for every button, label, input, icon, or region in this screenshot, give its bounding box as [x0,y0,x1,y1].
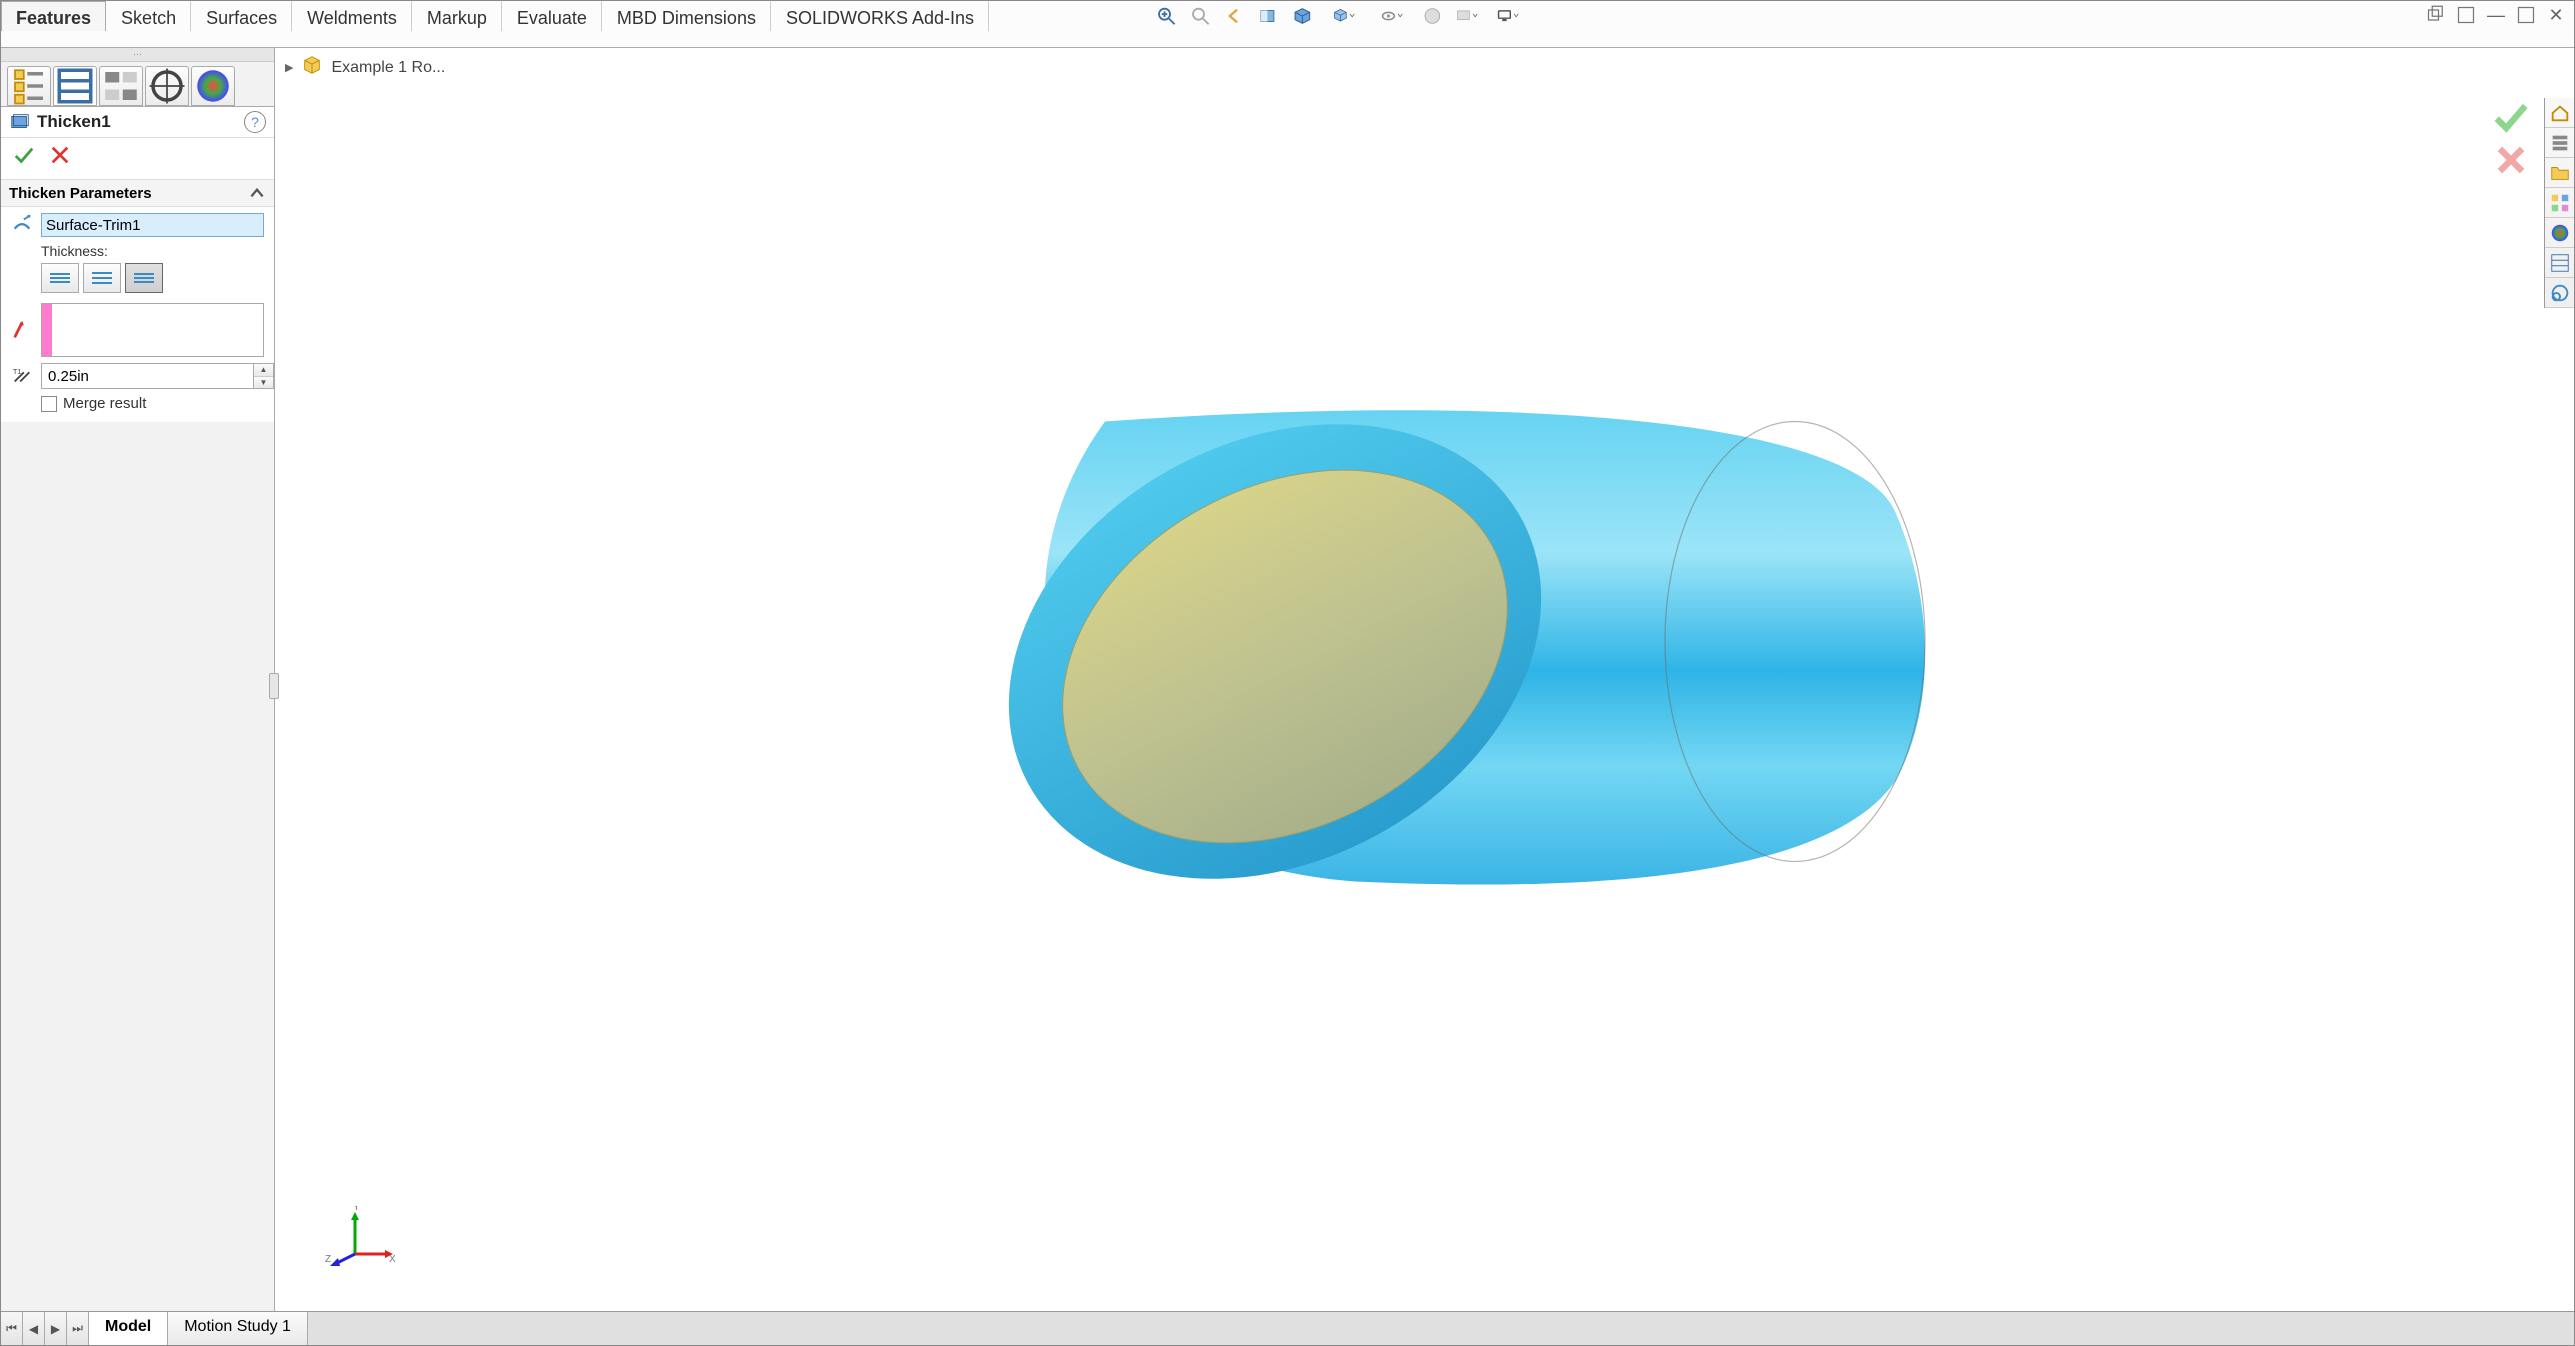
part-icon [301,54,323,81]
configuration-manager-tab[interactable] [99,66,143,106]
feature-header: Thicken1 ? [1,107,274,138]
tab-sketch[interactable]: Sketch [106,1,191,31]
spinner-down-button[interactable]: ▼ [254,377,273,389]
tab-solidworks-addins[interactable]: SOLIDWORKS Add-Ins [771,1,989,31]
edit-appearance-icon[interactable] [1419,3,1445,29]
thicken-side2-button[interactable] [125,263,163,293]
section-title: Thicken Parameters [9,185,152,202]
thickness-label: Thickness: [41,243,264,259]
previous-view-icon[interactable] [1221,3,1247,29]
zoom-to-area-icon[interactable] [1187,3,1213,29]
help-button[interactable]: ? [244,111,266,133]
breadcrumb-expand-icon[interactable]: ▶ [285,61,293,74]
selection-value: Surface-Trim1 [46,217,140,234]
tab-features[interactable]: Features [1,1,106,31]
tab-nav-next-icon[interactable]: ▶ [45,1312,67,1345]
section-view-icon[interactable] [1255,3,1281,29]
tab-evaluate[interactable]: Evaluate [502,1,602,31]
restore-inner-window-icon[interactable] [2426,5,2446,25]
design-library-icon[interactable] [2545,128,2574,158]
tab-surfaces[interactable]: Surfaces [191,1,292,31]
file-explorer-icon[interactable] [2545,158,2574,188]
view-orientation-icon[interactable] [1289,3,1315,29]
panel-splitter[interactable] [269,673,279,699]
svg-text:T1: T1 [13,367,22,376]
tab-mbd-dimensions[interactable]: MBD Dimensions [602,1,771,31]
appearances-scenes-icon[interactable] [2545,218,2574,248]
tab-nav-first-icon[interactable]: ⏮ [1,1312,23,1345]
zoom-to-fit-icon[interactable] [1153,3,1179,29]
model-geometry-preview [875,352,1975,957]
custom-properties-icon[interactable] [2545,248,2574,278]
solidworks-resources-icon[interactable] [2545,98,2574,128]
bodies-selection-icon [11,319,33,341]
thicken-parameters-section-header[interactable]: Thicken Parameters [1,180,274,207]
command-manager-tabs: Features Sketch Surfaces Weldments Marku… [1,1,989,31]
thickness-dimension-icon: T1 [11,365,33,387]
thickness-value-input[interactable]: ▲ ▼ [41,363,274,389]
tab-nav-arrows: ⏮ ◀ ▶ ⏭ [1,1312,89,1345]
hide-show-items-dropdown[interactable] [1371,3,1411,29]
chevron-up-icon [248,184,266,202]
bottom-tab-motion-study-1[interactable]: Motion Study 1 [168,1312,308,1345]
maximize-window-icon[interactable] [2516,5,2536,25]
solidworks-forum-icon[interactable] [2545,278,2574,308]
task-pane [2544,98,2574,308]
display-manager-tab[interactable] [191,66,235,106]
svg-text:X: X [389,1254,395,1265]
thickness-input-field[interactable] [42,364,253,388]
thicken-both-sides-button[interactable] [83,263,121,293]
property-manager-panel: ⋯ Thicken1 ? [1,48,275,1311]
feature-title: Thicken1 [37,112,111,132]
command-manager-ribbon: Features Sketch Surfaces Weldments Marku… [1,1,2574,48]
svg-text:Y: Y [353,1206,360,1213]
tab-weldments[interactable]: Weldments [292,1,412,31]
confirmation-corner [2492,98,2530,184]
apply-scene-icon[interactable] [1453,3,1479,29]
surface-selection-icon [11,214,33,236]
surface-selection-box[interactable]: Surface-Trim1 [41,213,264,237]
reference-triad[interactable]: Y X Z [325,1206,395,1281]
view-palette-icon[interactable] [2545,188,2574,218]
maximize-inner-window-icon[interactable] [2456,5,2476,25]
ok-button[interactable] [13,144,35,171]
close-window-icon[interactable]: ✕ [2546,5,2566,25]
feature-manager-tab[interactable] [7,66,51,106]
breadcrumb-part-name[interactable]: Example 1 Ro... [331,59,445,77]
display-style-dropdown[interactable] [1323,3,1363,29]
property-manager-tab[interactable] [53,66,97,106]
manager-tabs [1,62,274,106]
svg-text:Z: Z [325,1254,331,1265]
tab-nav-prev-icon[interactable]: ◀ [23,1312,45,1345]
breadcrumb-bar: ▶ Example 1 Ro... [285,54,445,81]
graphics-viewport[interactable]: ▶ Example 1 Ro... [275,48,2574,1311]
spinner-up-button[interactable]: ▲ [254,364,273,377]
panel-resize-handle[interactable]: ⋯ [1,48,274,62]
dimxpert-manager-tab[interactable] [145,66,189,106]
tab-nav-last-icon[interactable]: ⏭ [67,1312,89,1345]
cancel-button[interactable] [49,144,71,171]
confirm-ok-icon[interactable] [2492,98,2530,141]
tab-markup[interactable]: Markup [412,1,502,31]
heads-up-view-toolbar [1153,3,1527,29]
feature-scope-listbox[interactable] [41,303,264,357]
thicken-side1-button[interactable] [41,263,79,293]
bottom-tab-bar: ⏮ ◀ ▶ ⏭ Model Motion Study 1 [1,1311,2574,1345]
minimize-window-icon[interactable]: — [2486,5,2506,25]
window-controls: — ✕ [2426,5,2566,25]
bottom-tab-model[interactable]: Model [89,1312,168,1345]
merge-result-checkbox[interactable] [41,396,57,412]
merge-result-label: Merge result [63,395,146,412]
view-settings-dropdown[interactable] [1487,3,1527,29]
confirm-cancel-icon[interactable] [2492,141,2530,184]
thicken-feature-icon [9,111,31,133]
